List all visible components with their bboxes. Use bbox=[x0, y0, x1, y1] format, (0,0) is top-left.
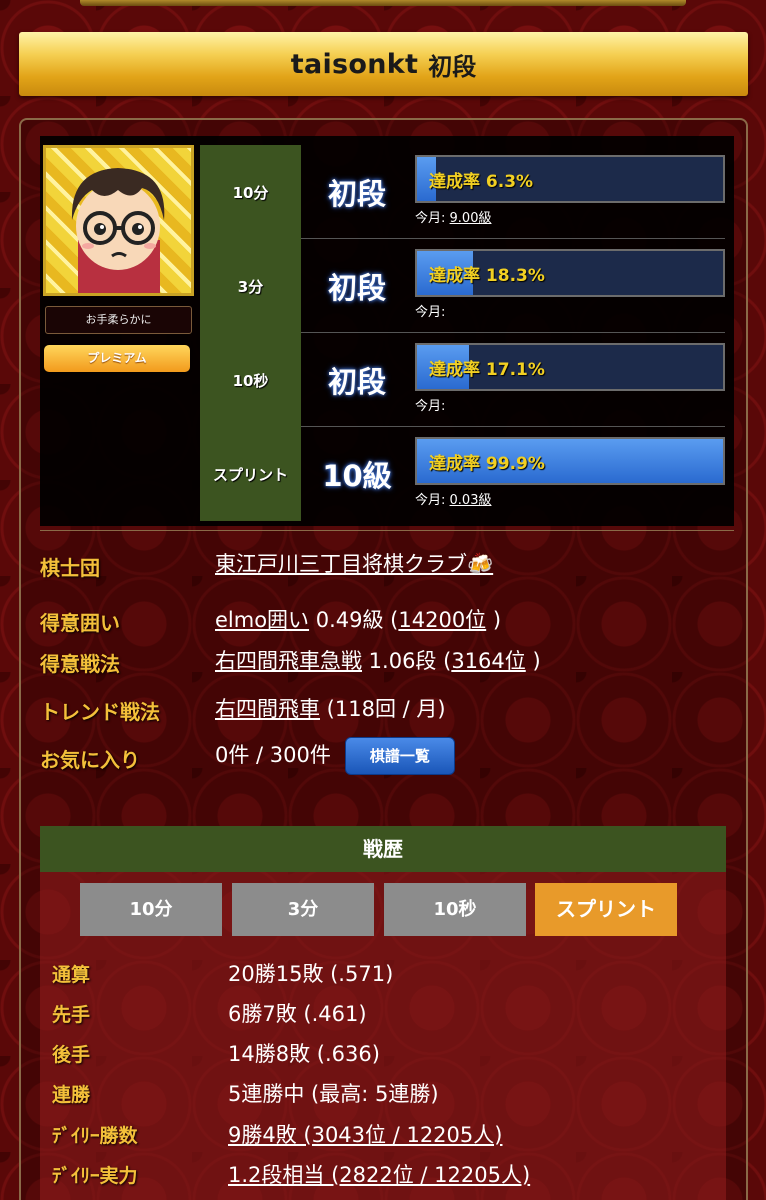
favorites-label: お気に入り bbox=[40, 748, 140, 772]
progress-bar: 達成率 17.1% bbox=[415, 343, 725, 391]
record-value-daily-wins[interactable]: 9勝4敗 (3043位 / 12205人) bbox=[228, 1119, 502, 1149]
tab-sprint[interactable]: スプリント bbox=[535, 883, 677, 936]
castle-rank-link[interactable]: 14200位 bbox=[398, 608, 486, 632]
record-value-daily-skill[interactable]: 1.2段相当 (2822位 / 12205人) bbox=[228, 1159, 530, 1189]
strategy-grade: 1.06段 ( bbox=[362, 649, 452, 673]
tab-10sec[interactable]: 10秒 bbox=[384, 883, 526, 936]
month-value[interactable]: 9.00級 bbox=[450, 211, 492, 226]
castle-close: ) bbox=[486, 608, 502, 632]
mode-label: 3分 bbox=[200, 239, 301, 333]
mode-rank: 10級 bbox=[322, 459, 392, 493]
progress-label: 達成率 99.9% bbox=[429, 454, 545, 474]
castle-value: elmo囲い 0.49級 (14200位 ) bbox=[215, 604, 501, 634]
club-link[interactable]: 東江戸川三丁目将棋クラブ🍻 bbox=[215, 548, 493, 578]
favorites-count: 0件 / 300件 bbox=[215, 743, 331, 767]
strategy-close: ) bbox=[525, 649, 541, 673]
username: taisonkt bbox=[290, 48, 419, 80]
record-label-total: 通算 bbox=[52, 964, 91, 986]
progress-label: 達成率 6.3% bbox=[429, 172, 534, 192]
castle-label: 得意囲い bbox=[40, 611, 120, 635]
profile-title-bar: taisonkt 初段 bbox=[19, 32, 748, 96]
record-label-streak: 連勝 bbox=[52, 1084, 91, 1106]
club-label: 棋士団 bbox=[40, 556, 100, 580]
club-name[interactable]: 東江戸川三丁目将棋クラブ🍻 bbox=[215, 552, 493, 576]
section-divider bbox=[40, 530, 734, 531]
mode-rank: 初段 bbox=[327, 365, 386, 399]
record-value-sente: 6勝7敗 (.461) bbox=[228, 1002, 367, 1026]
record-label-gote: 後手 bbox=[52, 1044, 91, 1066]
progress-bar: 達成率 18.3% bbox=[415, 249, 725, 297]
month-label: 今月: bbox=[415, 305, 446, 320]
month-label: 今月: bbox=[415, 493, 446, 508]
mode-row-10sec: 10秒 初段 達成率 17.1% 今月: bbox=[200, 333, 725, 427]
avatar bbox=[43, 145, 194, 296]
mode-label: スプリント bbox=[200, 427, 301, 521]
profile-motto: お手柔らかに bbox=[45, 306, 192, 334]
trend-link[interactable]: 右四間飛車 bbox=[215, 697, 320, 721]
strategy-rank-link[interactable]: 3164位 bbox=[451, 649, 525, 673]
record-value-streak: 5連勝中 (最高: 5連勝) bbox=[228, 1082, 439, 1106]
month-result: 今月: 9.00級 bbox=[415, 207, 491, 226]
premium-badge[interactable]: プレミアム bbox=[44, 345, 190, 372]
favorites-value: 0件 / 300件 棋譜一覧 bbox=[215, 737, 455, 775]
castle-grade: 0.49級 ( bbox=[309, 608, 399, 632]
mode-row-3min: 3分 初段 達成率 18.3% 今月: bbox=[200, 239, 725, 333]
mode-row-sprint: スプリント 10級 達成率 99.9% 今月: 0.03級 bbox=[200, 427, 725, 521]
strategy-link[interactable]: 右四間飛車急戦 bbox=[215, 649, 362, 673]
avatar-icon bbox=[71, 168, 165, 293]
tab-10min[interactable]: 10分 bbox=[80, 883, 222, 936]
record-title: 戦歴 bbox=[40, 826, 726, 872]
record-value-gote: 14勝8敗 (.636) bbox=[228, 1042, 380, 1066]
month-label: 今月: bbox=[415, 399, 446, 414]
kifu-list-button[interactable]: 棋譜一覧 bbox=[344, 737, 455, 775]
record-label-daily-wins: ﾃﾞｲﾘｰ勝数 bbox=[52, 1125, 138, 1147]
trend-label: トレンド戦法 bbox=[40, 700, 160, 724]
month-value[interactable]: 0.03級 bbox=[450, 493, 492, 508]
castle-link[interactable]: elmo囲い bbox=[215, 608, 309, 632]
month-label: 今月: bbox=[415, 211, 446, 226]
trend-value: 右四間飛車 (118回 / 月) bbox=[215, 693, 446, 723]
progress-label: 達成率 18.3% bbox=[429, 266, 545, 286]
month-result: 今月: bbox=[415, 301, 445, 320]
mode-rank: 初段 bbox=[327, 177, 386, 211]
strategy-value: 右四間飛車急戦 1.06段 (3164位 ) bbox=[215, 645, 541, 675]
progress-bar: 達成率 99.9% bbox=[415, 437, 725, 485]
trend-count: (118回 / 月) bbox=[320, 697, 446, 721]
strategy-label: 得意戦法 bbox=[40, 652, 120, 676]
progress-label: 達成率 17.1% bbox=[429, 360, 545, 380]
record-label-sente: 先手 bbox=[52, 1004, 91, 1026]
title-rank: 初段 bbox=[428, 52, 477, 81]
month-result: 今月: 0.03級 bbox=[415, 489, 491, 508]
record-label-daily-skill: ﾃﾞｲﾘｰ実力 bbox=[52, 1165, 138, 1187]
month-result: 今月: bbox=[415, 395, 445, 414]
mode-label: 10分 bbox=[200, 145, 301, 239]
top-decoration bbox=[80, 0, 686, 6]
tab-3min[interactable]: 3分 bbox=[232, 883, 374, 936]
mode-rank: 初段 bbox=[327, 271, 386, 305]
mode-row-10min: 10分 初段 達成率 6.3% 今月: 9.00級 bbox=[200, 145, 725, 239]
record-value-total: 20勝15敗 (.571) bbox=[228, 962, 394, 986]
mode-label: 10秒 bbox=[200, 333, 301, 427]
progress-bar: 達成率 6.3% bbox=[415, 155, 725, 203]
